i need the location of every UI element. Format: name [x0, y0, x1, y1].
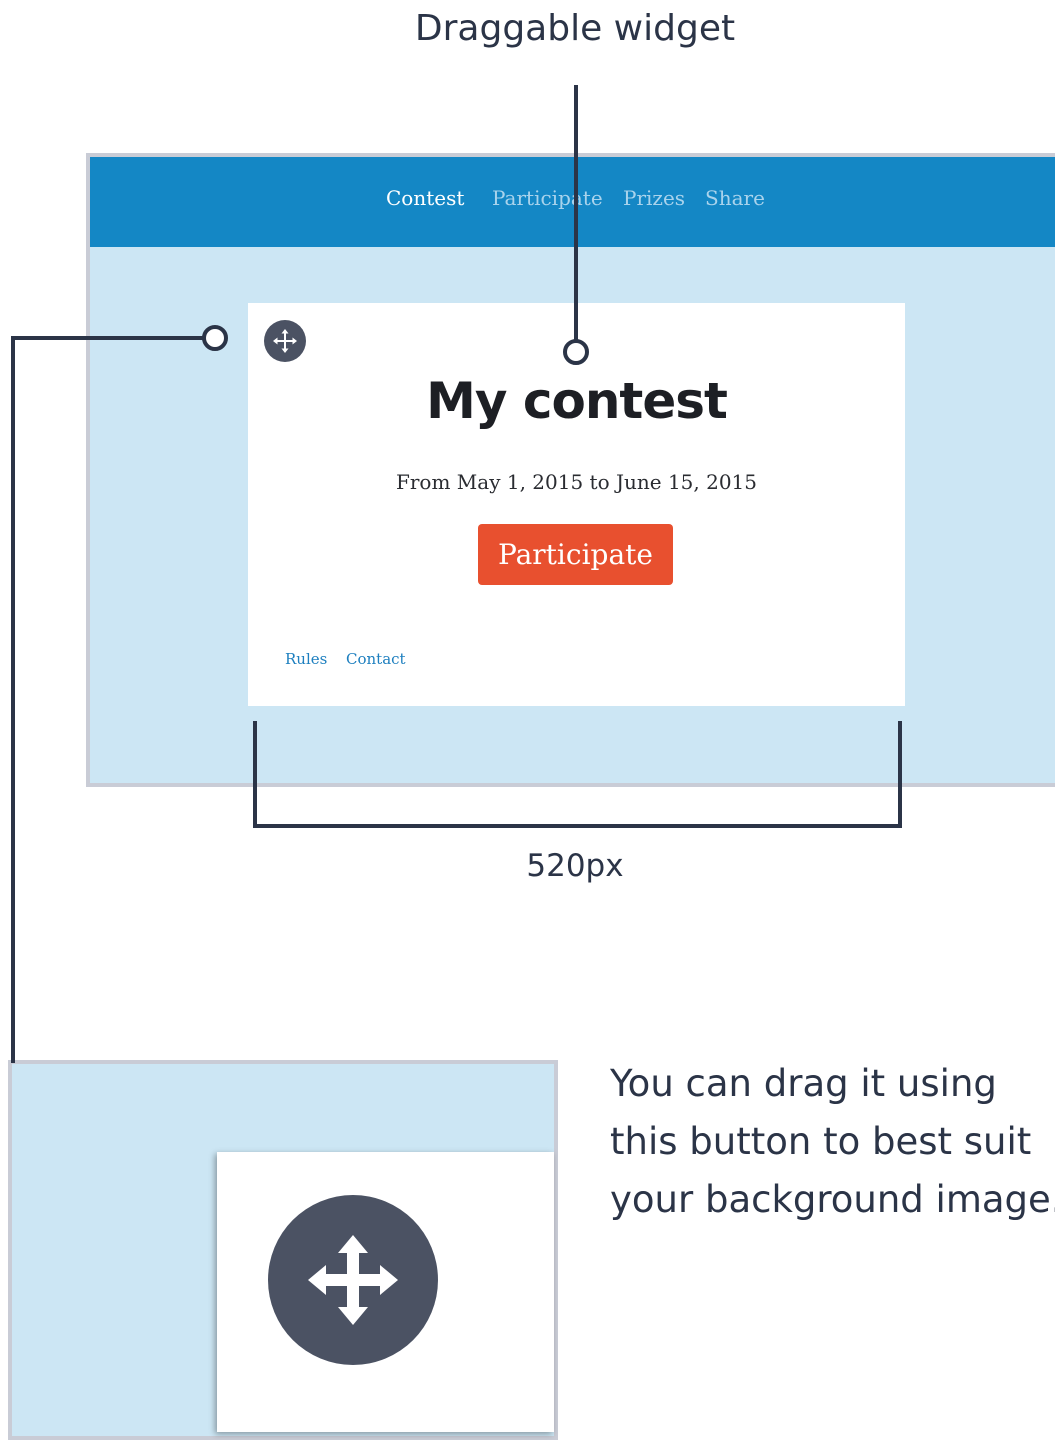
annotation-lines — [11, 85, 902, 1063]
width-bracket — [253, 721, 902, 828]
drag-pointer-dot — [202, 325, 228, 351]
drag-pointer-line — [11, 336, 203, 1063]
widget-pointer-dot — [563, 339, 589, 365]
